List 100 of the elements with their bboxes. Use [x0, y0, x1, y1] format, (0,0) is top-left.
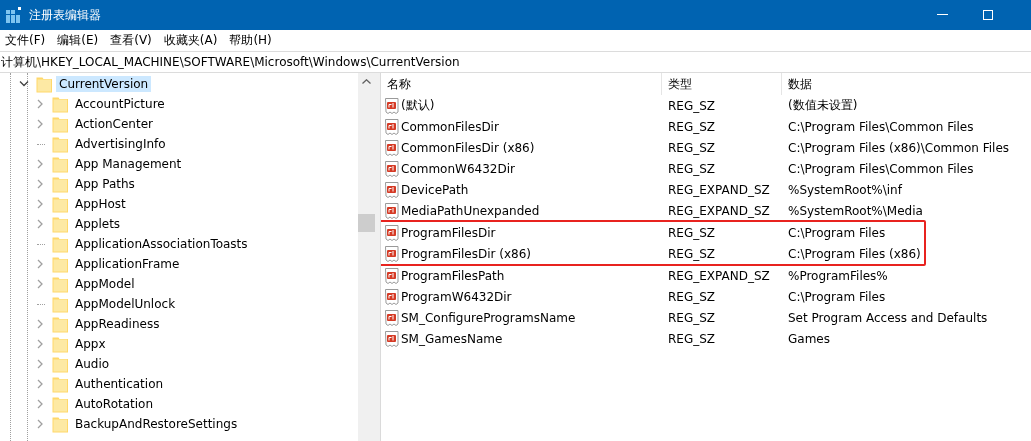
folder-icon — [52, 195, 68, 213]
tree-item[interactable]: Appx — [72, 336, 109, 352]
folder-icon — [52, 95, 68, 113]
value-name: CommonFilesDir — [401, 119, 499, 134]
string-value-icon — [385, 202, 399, 219]
maximize-icon — [982, 9, 994, 21]
value-type: REG_SZ — [667, 246, 717, 261]
tree-item[interactable]: AppReadiness — [72, 316, 163, 332]
folder-icon — [52, 255, 68, 273]
value-type: REG_EXPAND_SZ — [667, 182, 771, 197]
tree-item[interactable]: ApplicationFrame — [72, 256, 183, 272]
value-data: %SystemRoot%\inf — [787, 182, 904, 197]
scroll-thumb[interactable] — [358, 214, 375, 232]
value-type: REG_SZ — [667, 119, 717, 134]
value-type: REG_EXPAND_SZ — [667, 203, 771, 218]
value-name: CommonW6432Dir — [401, 161, 515, 176]
value-type: REG_SZ — [667, 289, 717, 304]
value-type: REG_SZ — [667, 310, 717, 325]
tree-item[interactable]: BackupAndRestoreSettings — [72, 416, 241, 432]
tree-item[interactable]: AutoRotation — [72, 396, 157, 412]
tree-item[interactable]: ApplicationAssociationToasts — [72, 236, 251, 252]
scroll-up-icon[interactable] — [362, 79, 371, 84]
tree-item[interactable]: Applets — [72, 216, 124, 232]
folder-icon — [36, 75, 52, 93]
tree-item[interactable]: AppModelUnlock — [72, 296, 179, 312]
address-bar[interactable]: 计算机\HKEY_LOCAL_MACHINE\SOFTWARE\Microsoft\Windows\CurrentVersion — [0, 51, 1031, 73]
value-name: ProgramFilesDir — [401, 225, 496, 240]
value-data: C:\Program Files (x86)\Common Files — [787, 140, 1011, 155]
tree-item[interactable]: AppHost — [72, 196, 129, 212]
tree-item[interactable]: AppModel — [72, 276, 138, 292]
value-name: MediaPathUnexpanded — [401, 203, 540, 218]
tree-item[interactable]: App Paths — [72, 176, 138, 192]
column-header[interactable]: 名称 — [381, 73, 662, 95]
chevron-down-icon[interactable] — [19, 79, 29, 89]
app-icon — [6, 7, 22, 23]
tree-item[interactable]: Authentication — [72, 376, 167, 392]
value-data: Set Program Access and Defaults — [787, 310, 989, 325]
value-name: SM_GamesName — [401, 331, 503, 346]
value-data: %SystemRoot%\Media — [787, 203, 924, 218]
column-header[interactable]: 类型 — [662, 73, 782, 95]
minimize-icon — [936, 14, 948, 16]
menu-item[interactable]: 查看(V) — [107, 31, 161, 49]
folder-icon — [52, 335, 68, 353]
tree-item[interactable]: ActionCenter — [72, 116, 156, 132]
value-type: REG_SZ — [667, 140, 717, 155]
column-header[interactable]: 数据 — [782, 73, 1031, 95]
value-data: C:\Program Files — [787, 225, 887, 240]
value-name: SM_ConfigureProgramsName — [401, 310, 576, 325]
value-name: (默认) — [401, 97, 435, 114]
tree-item[interactable]: Audio — [72, 356, 113, 372]
value-name: CommonFilesDir (x86) — [401, 140, 535, 155]
folder-icon — [52, 315, 68, 333]
tree-item[interactable]: AccountPicture — [72, 96, 168, 112]
folder-icon — [52, 115, 68, 133]
folder-icon — [52, 395, 68, 413]
value-type: REG_SZ — [667, 331, 717, 346]
folder-icon — [52, 275, 68, 293]
value-name: ProgramW6432Dir — [401, 289, 512, 304]
menu-item[interactable]: 文件(F) — [2, 31, 55, 49]
string-value-icon — [385, 245, 399, 262]
value-type: REG_SZ — [667, 161, 717, 176]
value-type: REG_SZ — [667, 225, 717, 240]
value-name: DevicePath — [401, 182, 469, 197]
folder-icon — [52, 155, 68, 173]
string-value-icon — [385, 224, 399, 241]
folder-icon — [52, 375, 68, 393]
folder-icon — [52, 295, 68, 313]
menu-item[interactable]: 帮助(H) — [226, 31, 281, 49]
string-value-icon — [385, 97, 399, 114]
menu-item[interactable]: 收藏夹(A) — [160, 31, 227, 49]
tree-item[interactable]: AdvertisingInfo — [72, 136, 169, 152]
value-data: (数值未设置) — [787, 97, 859, 114]
value-data: C:\Program Files (x86) — [787, 246, 922, 261]
scrollbar[interactable] — [358, 73, 375, 441]
menu-item[interactable]: 编辑(E) — [54, 31, 108, 49]
string-value-icon — [385, 267, 399, 284]
folder-icon — [52, 415, 68, 433]
string-value-icon — [385, 181, 399, 198]
tree-item[interactable]: App Management — [72, 156, 185, 172]
folder-icon — [52, 235, 68, 253]
string-value-icon — [385, 288, 399, 305]
value-name: ProgramFilesPath — [401, 268, 505, 283]
string-value-icon — [385, 160, 399, 177]
value-type: REG_EXPAND_SZ — [667, 268, 771, 283]
folder-icon — [52, 355, 68, 373]
string-value-icon — [385, 139, 399, 156]
value-data: Games — [787, 331, 831, 346]
value-data: %ProgramFiles% — [787, 268, 889, 283]
value-data: C:\Program Files — [787, 289, 887, 304]
string-value-icon — [385, 330, 399, 347]
string-value-icon — [385, 309, 399, 326]
string-value-icon — [385, 118, 399, 135]
folder-icon — [52, 175, 68, 193]
folder-icon — [52, 135, 68, 153]
tree-item[interactable]: CurrentVersion — [56, 76, 152, 92]
window-title: 注册表编辑器 — [29, 6, 102, 24]
value-data: C:\Program Files\Common Files — [787, 161, 975, 176]
value-type: REG_SZ — [667, 98, 717, 113]
value-name: ProgramFilesDir (x86) — [401, 246, 532, 261]
value-data: C:\Program Files\Common Files — [787, 119, 975, 134]
